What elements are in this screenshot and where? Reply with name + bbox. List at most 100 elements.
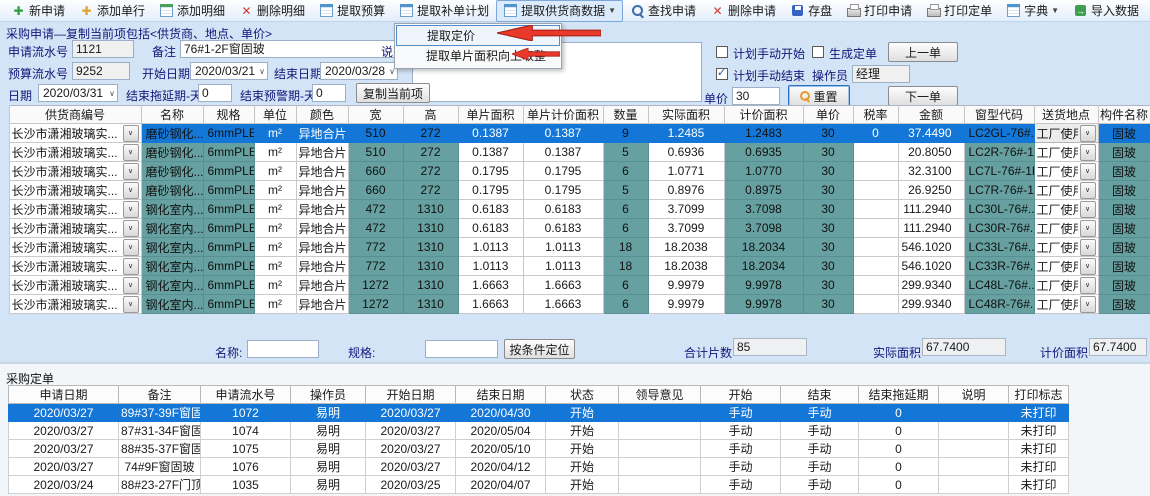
plan-manual-end-checkbox[interactable]: [716, 68, 728, 80]
add-row-button[interactable]: 添加单行: [72, 0, 152, 22]
chevron-down-icon[interactable]: ∨: [123, 220, 139, 237]
save-button[interactable]: 存盘: [783, 0, 839, 22]
orders-header-print-flag[interactable]: 打印标志: [1009, 386, 1069, 404]
orders-header-request-no[interactable]: 申请流水号: [201, 386, 291, 404]
orders-header-operator[interactable]: 操作员: [291, 386, 366, 404]
detail-row[interactable]: 长沙市潇湘玻璃实...∨钢化室内...6mmPLE...m²异地合片127213…: [0, 295, 1150, 314]
orders-header-note[interactable]: 说明: [939, 386, 1009, 404]
generate-order-checkbox[interactable]: [812, 46, 824, 58]
find-request-button[interactable]: 查找申请: [623, 0, 703, 22]
delete-detail-button[interactable]: 删除明细: [232, 0, 312, 22]
chevron-down-icon[interactable]: ∨: [123, 163, 139, 180]
detail-header-width[interactable]: 宽: [348, 106, 403, 124]
detail-row[interactable]: 长沙市潇湘玻璃实...∨磨砂钢化...6mmPLE...m²异地合片510272…: [0, 143, 1150, 162]
orders-header-start-date[interactable]: 开始日期: [366, 386, 456, 404]
chevron-down-icon[interactable]: ∨: [1080, 163, 1096, 180]
detail-header-window_code[interactable]: 窗型代码: [964, 106, 1034, 124]
detail-header-unit[interactable]: 单位: [254, 106, 296, 124]
import-data-button[interactable]: 导入数据: [1066, 0, 1146, 22]
extract-supplement-plan-button[interactable]: 提取补单计划: [392, 0, 496, 22]
order-row[interactable]: 2020/03/2488#23-27F门顶玻1035易明2020/03/2520…: [9, 476, 1069, 494]
extract-budget-button[interactable]: 提取预算: [312, 0, 392, 22]
order-row[interactable]: 2020/03/2774#9F窗固玻1076易明2020/03/272020/0…: [9, 458, 1069, 476]
chevron-down-icon[interactable]: ∨: [123, 239, 139, 256]
detail-header-actual_area[interactable]: 实际面积: [648, 106, 724, 124]
detail-header-name[interactable]: 名称: [141, 106, 203, 124]
detail-header-piece_area[interactable]: 单片面积: [458, 106, 523, 124]
end-date-combo[interactable]: 2020/03/28 ∨: [320, 62, 398, 80]
detail-header-color[interactable]: 颜色: [296, 106, 348, 124]
locate-by-condition-button[interactable]: 按条件定位: [504, 339, 575, 359]
orders-header-start[interactable]: 开始: [701, 386, 781, 404]
reset-button[interactable]: 重置: [788, 85, 850, 107]
order-row[interactable]: 2020/03/2788#35-37F窗固玻1075易明2020/03/2720…: [9, 440, 1069, 458]
detail-row[interactable]: 长沙市潇湘玻璃实...∨钢化室内...6mmPLE...m²异地合片772131…: [0, 257, 1150, 276]
orders-header-request-date[interactable]: 申请日期: [9, 386, 119, 404]
detail-header-billing_area[interactable]: 计价面积: [724, 106, 803, 124]
order-row[interactable]: 2020/03/2789#37-39F窗固玻1072易明2020/03/2720…: [9, 404, 1069, 422]
chevron-down-icon[interactable]: ∨: [123, 125, 139, 142]
detail-header-delivery[interactable]: 送货地点: [1034, 106, 1098, 124]
operator-field[interactable]: 经理: [852, 65, 910, 83]
locate-name-input[interactable]: [247, 340, 319, 358]
end-warn-field[interactable]: 0: [312, 84, 346, 102]
detail-row[interactable]: 长沙市潇湘玻璃实...∨钢化室内...6mmPLE...m²异地合片127213…: [0, 276, 1150, 295]
start-date-combo[interactable]: 2020/03/21 ∨: [190, 62, 268, 80]
detail-header-amount[interactable]: 金额: [898, 106, 964, 124]
print-request-button[interactable]: 打印申请: [839, 0, 919, 22]
end-delay-field[interactable]: 0: [198, 84, 232, 102]
copy-current-button[interactable]: 复制当前项: [356, 83, 430, 103]
orders-header-end-date[interactable]: 结束日期: [456, 386, 546, 404]
chevron-down-icon[interactable]: ∨: [1080, 220, 1096, 237]
orders-header-end[interactable]: 结束: [781, 386, 859, 404]
new-request-button[interactable]: 新申请: [4, 0, 72, 22]
detail-header-tax[interactable]: 税率: [853, 106, 898, 124]
detail-header-qty[interactable]: 数量: [603, 106, 648, 124]
chevron-down-icon[interactable]: ∨: [1080, 125, 1096, 142]
chevron-down-icon[interactable]: ∨: [1080, 296, 1096, 313]
orders-header-end-delay[interactable]: 结束拖延期: [859, 386, 939, 404]
detail-header-supplier[interactable]: 供货商编号: [9, 106, 141, 124]
detail-header-height[interactable]: 高: [403, 106, 458, 124]
previous-order-button[interactable]: 上一单: [888, 42, 958, 62]
orders-header-status[interactable]: 状态: [546, 386, 619, 404]
detail-row[interactable]: 长沙市潇湘玻璃实...∨磨砂钢化...6mmPLE...m²异地合片510272…: [0, 124, 1150, 143]
detail-header-part[interactable]: 构件名称: [1098, 106, 1150, 124]
detail-row[interactable]: 长沙市潇湘玻璃实...∨钢化室内...6mmPLE...m²异地合片472131…: [0, 219, 1150, 238]
date-combo[interactable]: 2020/03/31 ∨: [38, 84, 118, 102]
chevron-down-icon[interactable]: ∨: [123, 277, 139, 294]
add-detail-button[interactable]: 添加明细: [152, 0, 232, 22]
chevron-down-icon[interactable]: ∨: [123, 296, 139, 313]
extract-supplier-data-button[interactable]: 提取供货商数据▼: [496, 0, 623, 22]
chevron-down-icon[interactable]: ∨: [123, 258, 139, 275]
print-order-button[interactable]: 打印定单: [919, 0, 999, 22]
detail-header-piece_billing_area[interactable]: 单片计价面积: [523, 106, 603, 124]
detail-row[interactable]: 长沙市潇湘玻璃实...∨磨砂钢化...6mmPLE...m²异地合片660272…: [0, 162, 1150, 181]
order-row[interactable]: 2020/03/2787#31-34F窗固玻1074易明2020/03/2720…: [9, 422, 1069, 440]
chevron-down-icon[interactable]: ∨: [1080, 201, 1096, 218]
dictionary-button[interactable]: 字典▼: [999, 0, 1066, 22]
detail-row[interactable]: 长沙市潇湘玻璃实...∨钢化室内...6mmPLE...m²异地合片772131…: [0, 238, 1150, 257]
chevron-down-icon[interactable]: ∨: [1080, 277, 1096, 294]
detail-header-spec[interactable]: 规格: [203, 106, 254, 124]
chevron-down-icon[interactable]: ∨: [1080, 239, 1096, 256]
budget-no-field[interactable]: 9252: [72, 62, 130, 80]
chevron-down-icon[interactable]: ∨: [1080, 144, 1096, 161]
detail-header-unit_price[interactable]: 单价: [803, 106, 853, 124]
detail-row[interactable]: 长沙市潇湘玻璃实...∨钢化室内...6mmPLE...m²异地合片472131…: [0, 200, 1150, 219]
orders-header-remark[interactable]: 备注: [119, 386, 201, 404]
request-no-field[interactable]: 1121: [72, 40, 134, 58]
chevron-down-icon[interactable]: ∨: [123, 182, 139, 199]
chevron-down-icon[interactable]: ∨: [123, 201, 139, 218]
detail-row[interactable]: 长沙市潇湘玻璃实...∨磨砂钢化...6mmPLE...m²异地合片660272…: [0, 181, 1150, 200]
chevron-down-icon[interactable]: ∨: [1080, 258, 1096, 275]
next-order-button[interactable]: 下一单: [888, 86, 958, 106]
cell-name: 钢化室内...: [141, 276, 203, 295]
locate-spec-input[interactable]: [425, 340, 498, 358]
unit-price-field[interactable]: 30: [732, 87, 780, 105]
orders-header-leader-opinion[interactable]: 领导意见: [619, 386, 701, 404]
chevron-down-icon[interactable]: ∨: [1080, 182, 1096, 199]
delete-request-button[interactable]: 删除申请: [703, 0, 783, 22]
chevron-down-icon[interactable]: ∨: [123, 144, 139, 161]
plan-manual-start-checkbox[interactable]: [716, 46, 728, 58]
